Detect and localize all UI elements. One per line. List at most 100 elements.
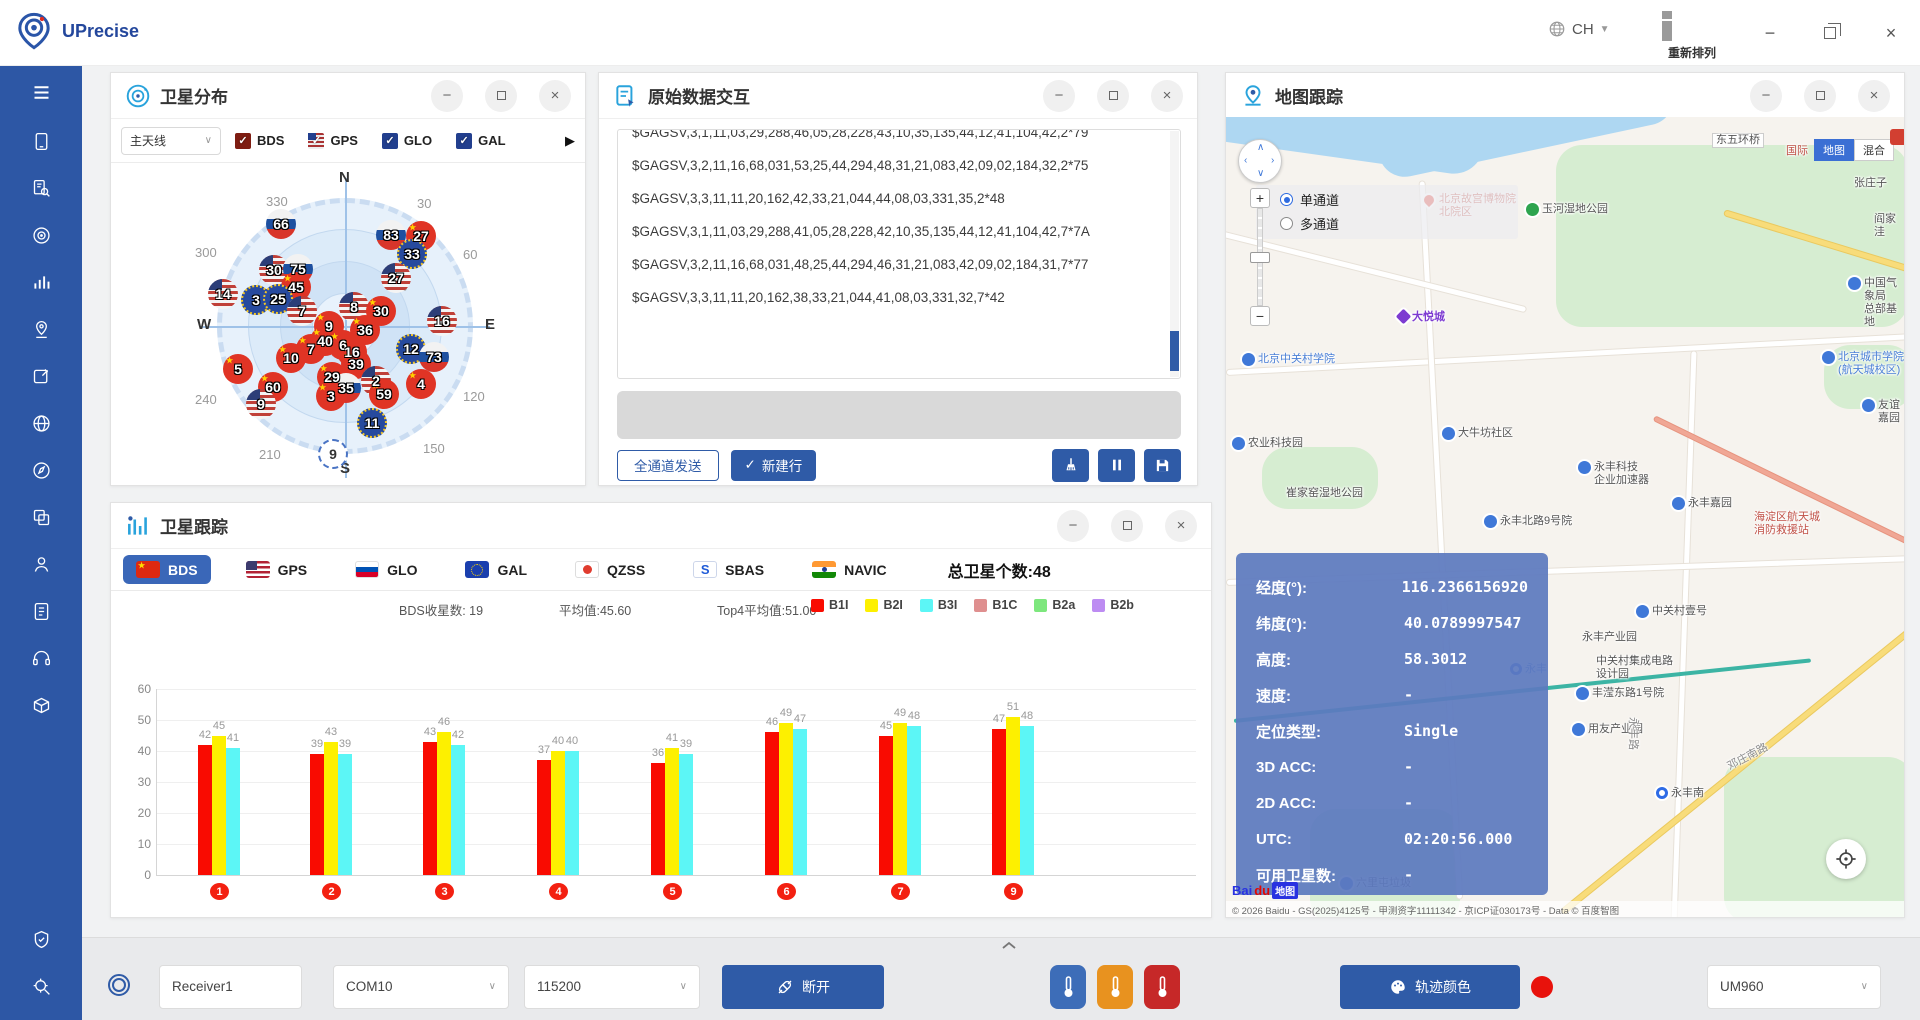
nmea-log[interactable]: $GAGSV,3,1,11,03,29,288,46,05,28,228,43,… — [617, 129, 1181, 379]
map-type-hybrid-button[interactable]: 混合 — [1854, 139, 1894, 161]
tab-qzss[interactable]: QZSS — [562, 555, 658, 584]
device-icon — [31, 131, 52, 152]
close-button[interactable]: × — [539, 80, 571, 112]
track-color-button[interactable]: 轨迹颜色 — [1340, 965, 1520, 1009]
temperature-button-blue[interactable] — [1050, 965, 1086, 1009]
receiver-model-select[interactable]: UM960∨ — [1707, 965, 1881, 1009]
temperature-button-red[interactable] — [1144, 965, 1180, 1009]
panel-map-header[interactable]: 地图跟踪 − × — [1226, 73, 1904, 119]
tab-gps[interactable]: GPS — [233, 555, 321, 584]
baud-rate-select[interactable]: 115200∨ — [524, 965, 700, 1009]
map-label-text: 北京城市学院 (航天城校区) — [1838, 351, 1904, 377]
track-color-swatch[interactable] — [1531, 976, 1553, 998]
pan-right-icon[interactable]: › — [1271, 155, 1274, 166]
poi-marker-icon — [1848, 277, 1861, 290]
sidebar-item-security[interactable] — [0, 916, 82, 963]
tab-sbas[interactable]: SSBAS — [680, 555, 777, 584]
zoom-in-button[interactable]: + — [1250, 188, 1270, 208]
rearrange-button[interactable]: 重新排列 — [1662, 8, 1722, 61]
locate-button[interactable] — [1826, 839, 1866, 879]
checkbox-gps[interactable]: ✓ — [308, 133, 324, 149]
minimize-button[interactable]: − — [1057, 510, 1089, 542]
panel-sky-header[interactable]: 卫星分布 − × — [111, 73, 585, 119]
sidebar-item-settings-search[interactable] — [0, 963, 82, 1010]
sidebar-item-signal[interactable] — [0, 259, 82, 306]
window-minimize-button[interactable]: − — [1755, 18, 1785, 48]
compass-w: W — [197, 316, 211, 333]
clear-button[interactable] — [1052, 449, 1089, 482]
scrollbar-thumb[interactable] — [1170, 331, 1179, 371]
sidebar-item-sky-view[interactable] — [0, 212, 82, 259]
close-button[interactable]: × — [1165, 510, 1197, 542]
language-selector[interactable]: CH ▼ — [1548, 20, 1610, 38]
zoom-out-button[interactable]: − — [1250, 306, 1270, 326]
map-pan-control[interactable]: ∧ ∨ ‹ › — [1238, 139, 1282, 183]
sidebar-item-layout[interactable] — [0, 494, 82, 541]
pan-down-icon[interactable]: ∨ — [1257, 168, 1264, 179]
sky-toolbar: 主天线 ∨ ✓BDS ✓GPS ✓GLO ✓GAL ▶ — [111, 119, 585, 163]
sidebar-item-map-track[interactable] — [0, 306, 82, 353]
zoom-handle[interactable] — [1250, 252, 1270, 263]
window-restore-button[interactable] — [1815, 18, 1845, 48]
receiver-name-input[interactable]: Receiver1 — [159, 965, 302, 1009]
maximize-button[interactable] — [1111, 510, 1143, 542]
pause-button[interactable] — [1098, 449, 1135, 482]
system-toggle-glo[interactable]: ✓GLO — [382, 133, 432, 149]
tab-gal[interactable]: GAL — [452, 555, 540, 584]
sidebar-item-device[interactable] — [0, 118, 82, 165]
azimuth-label: 30 — [417, 196, 431, 211]
radio-single-channel[interactable]: 单通道 — [1280, 190, 1518, 209]
tab-navic[interactable]: NAVIC — [799, 555, 900, 584]
send-all-channels-button[interactable]: 全通道发送 — [617, 450, 719, 481]
poi-marker-icon — [1442, 427, 1455, 440]
temperature-button-orange[interactable] — [1097, 965, 1133, 1009]
command-input[interactable] — [617, 391, 1181, 439]
tab-bds[interactable]: BDS — [123, 555, 211, 584]
sidebar-item-compass[interactable] — [0, 447, 82, 494]
qzss-flag-icon — [575, 561, 599, 578]
category-satellite-6: 6 — [777, 883, 796, 900]
panel-raw-header[interactable]: 原始数据交互 − × — [599, 73, 1197, 119]
map-type-map-button[interactable]: 地图 — [1814, 139, 1854, 161]
minimize-button[interactable]: − — [431, 80, 463, 112]
sidebar-item-network[interactable] — [0, 400, 82, 447]
system-toggle-gal[interactable]: ✓GAL — [456, 133, 505, 149]
map-canvas[interactable]: 东五环桥国际张庄子阎家洼玉河湿地公园北京故宫博物院 北院区大悦城中国气象局 总部… — [1226, 117, 1904, 917]
maximize-button[interactable] — [1097, 80, 1129, 112]
system-toggle-gps[interactable]: ✓GPS — [308, 133, 357, 149]
window-close-button[interactable]: × — [1876, 18, 1906, 48]
system-toggle-bds[interactable]: ✓BDS — [235, 133, 284, 149]
sidebar-item-compose[interactable] — [0, 353, 82, 400]
sidebar-item-headset[interactable] — [0, 635, 82, 682]
tab-glo[interactable]: GLO — [342, 555, 430, 584]
com-port-select[interactable]: COM10∨ — [333, 965, 509, 1009]
sidebar-item-raw-data[interactable] — [0, 165, 82, 212]
checkbox-bds[interactable]: ✓ — [235, 133, 251, 149]
minimize-button[interactable]: − — [1043, 80, 1075, 112]
checkbox-gal[interactable]: ✓ — [456, 133, 472, 149]
geo-info-label: 经度(°): — [1256, 577, 1402, 598]
scrollbar-track[interactable] — [1170, 131, 1179, 377]
collapse-bar-button[interactable] — [994, 937, 1024, 953]
map-label: 永丰南 — [1656, 787, 1704, 800]
pan-up-icon[interactable]: ∧ — [1257, 142, 1264, 153]
checkbox-glo[interactable]: ✓ — [382, 133, 398, 149]
close-button[interactable]: × — [1858, 80, 1890, 112]
close-button[interactable]: × — [1151, 80, 1183, 112]
maximize-button[interactable] — [1804, 80, 1836, 112]
save-button[interactable] — [1144, 449, 1181, 482]
com-port-value: COM10 — [346, 979, 393, 994]
sidebar-item-device-box[interactable] — [0, 682, 82, 729]
radio-multi-channel[interactable]: 多通道 — [1280, 214, 1518, 233]
disconnect-button[interactable]: 断开 — [722, 965, 884, 1009]
panel-track-header[interactable]: 卫星跟踪 − × — [111, 503, 1211, 549]
new-line-button[interactable]: ✓新建行 — [731, 450, 817, 481]
pan-left-icon[interactable]: ‹ — [1244, 155, 1247, 166]
sidebar-item-report[interactable] — [0, 588, 82, 635]
antenna-select[interactable]: 主天线 ∨ — [121, 127, 221, 155]
toolbar-next-arrow[interactable]: ▶ — [565, 133, 575, 149]
maximize-button[interactable] — [485, 80, 517, 112]
minimize-button[interactable]: − — [1750, 80, 1782, 112]
sidebar-item-user-service[interactable] — [0, 541, 82, 588]
sidebar-item-menu[interactable] — [0, 66, 82, 118]
